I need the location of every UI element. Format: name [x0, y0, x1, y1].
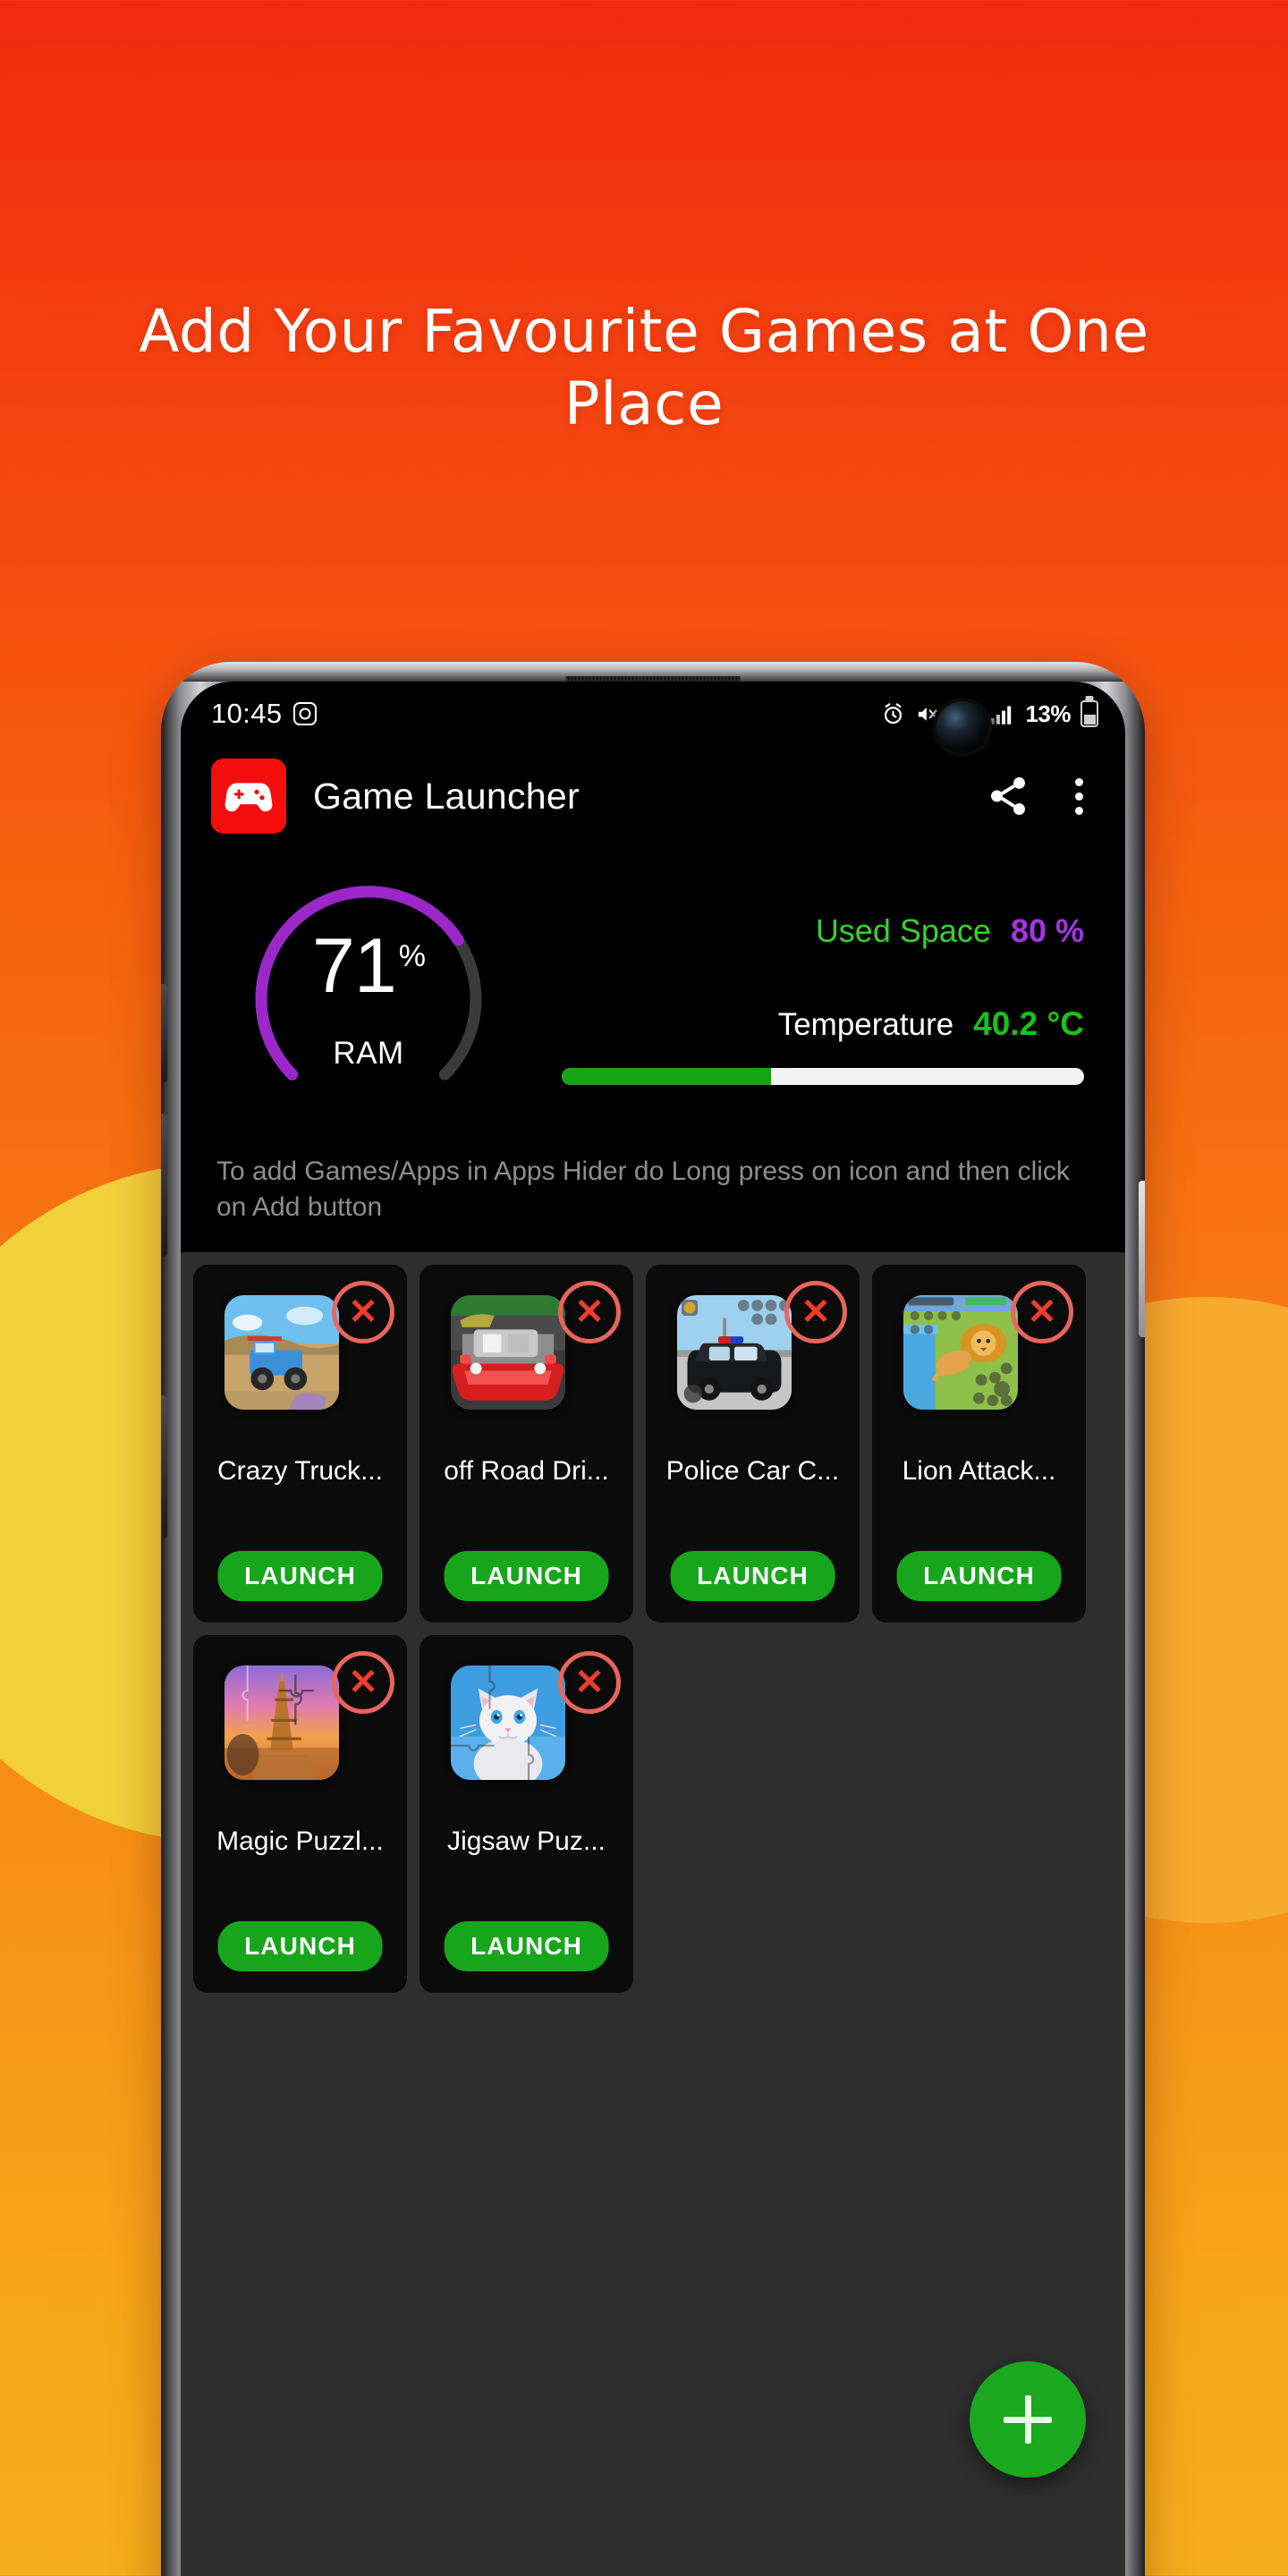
launch-button[interactable]: LAUNCH [896, 1551, 1062, 1601]
ram-value: 71% [312, 928, 426, 1004]
game-name: Jigsaw Puz... [447, 1826, 606, 1856]
close-icon: ✕ [574, 1292, 605, 1332]
games-grid: ✕ Crazy Truck... LAUNCH ✕ off Road Dri... LAU… [193, 1265, 1113, 1993]
battery-percent-label: 13% [1025, 699, 1071, 727]
more-vertical-icon [1074, 777, 1083, 786]
lion-thumb [903, 1295, 1018, 1410]
status-bar-right: 3G 13% [881, 700, 1098, 728]
battery-icon [1080, 700, 1098, 727]
temperature-value: 40.2 °C [973, 1004, 1084, 1042]
stats-panel: 71% RAM Used Space 80 % Temperature 40.2… [181, 848, 1125, 1148]
launch-button[interactable]: LAUNCH [217, 1551, 383, 1601]
app-bar: Game Launcher [181, 748, 1125, 844]
share-button[interactable] [980, 768, 1036, 824]
phone-mockup: 10:45 3G [161, 662, 1145, 2576]
temperature-progress-bar [562, 1067, 1084, 1085]
game-card[interactable]: ✕ Police Car C... LAUNCH [646, 1265, 860, 1623]
ram-unit: % [398, 938, 426, 973]
red-car-thumb [451, 1295, 565, 1410]
game-card[interactable]: ✕ Jigsaw Puz... LAUNCH [419, 1635, 633, 1993]
more-vertical-icon-dot [1074, 792, 1083, 801]
games-list-area: ✕ Crazy Truck... LAUNCH ✕ off Road Dri... LAU… [181, 1252, 1125, 2576]
close-icon: ✕ [1027, 1292, 1057, 1332]
metrics-column: Used Space 80 % Temperature 40.2 °C [556, 912, 1125, 1085]
ram-gauge: 71% RAM [249, 878, 488, 1118]
temperature-label: Temperature [777, 1006, 954, 1042]
game-name: Lion Attack... [902, 1456, 1056, 1486]
gamepad-icon [225, 783, 273, 812]
ram-gauge-center: 71% RAM [249, 878, 488, 1118]
close-circle-icon[interactable]: ✕ [332, 1651, 394, 1714]
promo-headline: Add Your Favourite Games at One Place [139, 297, 1149, 439]
screenshot-icon [292, 702, 317, 725]
ram-number: 71 [312, 923, 397, 1010]
game-card[interactable]: ✕ Magic Puzzl... LAUNCH [193, 1635, 407, 1993]
more-vertical-icon-dot [1074, 806, 1083, 815]
game-name: Police Car C... [665, 1456, 840, 1486]
add-game-fab[interactable] [970, 2361, 1086, 2478]
police-car-thumb [677, 1295, 792, 1410]
game-name: Crazy Truck... [216, 1456, 384, 1486]
volume-down-button[interactable] [161, 1114, 167, 1257]
front-camera-punch-hole [936, 701, 988, 753]
alarm-icon [885, 702, 902, 724]
used-space-value: 80 % [1010, 911, 1084, 949]
ram-gauge-wrapper: 71% RAM [181, 878, 556, 1118]
temperature-progress-fill [562, 1067, 771, 1085]
launch-button[interactable]: LAUNCH [444, 1921, 609, 1971]
launch-button[interactable]: LAUNCH [444, 1551, 609, 1601]
close-circle-icon[interactable]: ✕ [332, 1281, 394, 1343]
close-circle-icon[interactable]: ✕ [558, 1651, 621, 1714]
close-circle-icon[interactable]: ✕ [558, 1281, 621, 1343]
close-circle-icon[interactable]: ✕ [1011, 1281, 1073, 1343]
game-card[interactable]: ✕ Lion Attack... LAUNCH [872, 1265, 1086, 1623]
launch-button[interactable]: LAUNCH [670, 1551, 835, 1601]
ram-label: RAM [333, 1035, 404, 1071]
assistant-button[interactable] [161, 1395, 167, 1538]
status-bar-left: 10:45 [211, 698, 317, 730]
hint-text: To add Games/Apps in Apps Hider do Long … [216, 1157, 1070, 1222]
used-space-label: Used Space [815, 911, 991, 949]
close-icon: ✕ [348, 1292, 378, 1332]
game-card[interactable]: ✕ Crazy Truck... LAUNCH [193, 1265, 407, 1623]
used-space-row: Used Space 80 % [562, 912, 1084, 950]
close-icon: ✕ [574, 1663, 605, 1702]
game-name: Magic Puzzl... [216, 1826, 384, 1856]
phone-screen: 10:45 3G [181, 682, 1125, 2576]
temperature-row: Temperature 40.2 °C [562, 1005, 1084, 1043]
game-card[interactable]: ✕ off Road Dri... LAUNCH [419, 1265, 633, 1623]
close-circle-icon[interactable]: ✕ [784, 1281, 847, 1343]
offroad-truck-thumb [225, 1295, 339, 1410]
close-icon: ✕ [801, 1292, 831, 1332]
power-button[interactable] [1139, 1181, 1145, 1337]
status-clock: 10:45 [211, 698, 283, 729]
eiffel-puzzle-thumb [225, 1665, 339, 1780]
app-title: Game Launcher [313, 775, 580, 817]
game-name: off Road Dri... [444, 1456, 609, 1486]
overflow-menu-button[interactable] [1057, 768, 1100, 824]
share-icon [991, 776, 1025, 816]
signal-bars-icon [991, 706, 1012, 724]
cat-puzzle-thumb [451, 1665, 565, 1780]
volume-up-button[interactable] [161, 984, 167, 1082]
close-icon: ✕ [348, 1663, 378, 1702]
app-logo [211, 758, 286, 834]
launch-button[interactable]: LAUNCH [217, 1921, 383, 1971]
